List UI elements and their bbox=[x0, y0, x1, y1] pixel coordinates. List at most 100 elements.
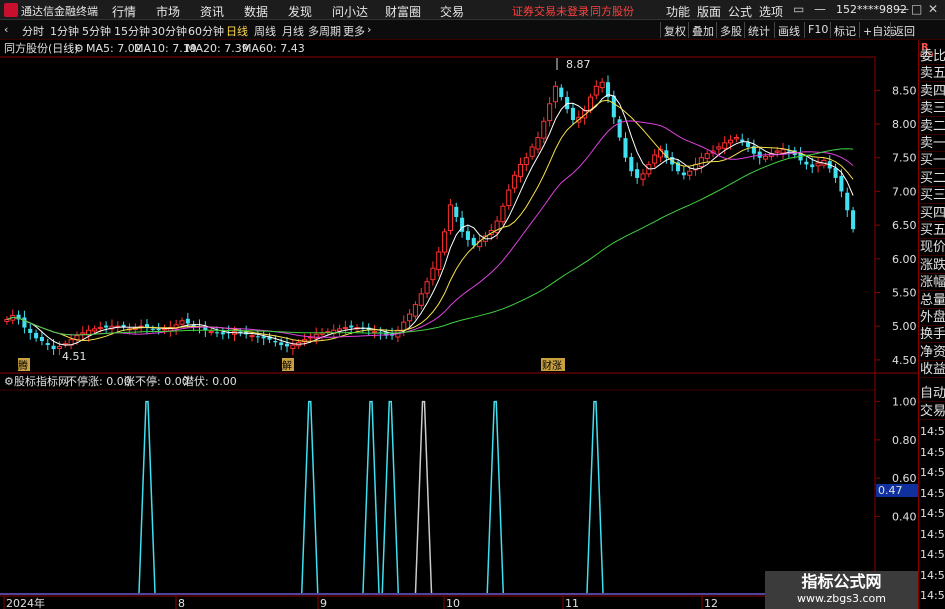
btn-diejia[interactable]: 叠加 bbox=[692, 23, 714, 39]
sidebar-item[interactable]: 外盘 bbox=[920, 309, 945, 326]
sidebar-item[interactable]: 交易 bbox=[920, 403, 945, 420]
sidebar-item[interactable]: 收益 bbox=[920, 361, 945, 379]
sidebar-item[interactable]: 买二 bbox=[920, 170, 945, 187]
alt-layout-icon[interactable]: — bbox=[814, 2, 826, 16]
sidebar-item[interactable]: 买三 bbox=[920, 187, 945, 205]
candle-body bbox=[442, 231, 448, 253]
stock-name-warning: 同方股份 bbox=[590, 5, 634, 18]
candle-body bbox=[810, 164, 815, 168]
sidebar-item[interactable]: 自动 bbox=[920, 385, 945, 402]
btn-huaxian[interactable]: 画线 bbox=[778, 23, 800, 39]
price-tick-label: 5.00 bbox=[892, 320, 917, 333]
menu-jiaoyi[interactable]: 交易 bbox=[440, 3, 464, 20]
candle-body bbox=[815, 162, 821, 167]
candle-body bbox=[681, 172, 686, 176]
menu-wenxiaoda[interactable]: 问小达 bbox=[332, 3, 368, 20]
period-15min[interactable]: 15分钟 bbox=[114, 23, 150, 39]
period-5min[interactable]: 5分钟 bbox=[82, 23, 111, 39]
period-1min[interactable]: 1分钟 bbox=[50, 23, 79, 39]
sidebar-item[interactable]: 买五 bbox=[920, 222, 945, 239]
sidebar-item[interactable]: 卖二 bbox=[920, 118, 945, 135]
quote-sidebar: R 000 委比 卖五 卖四 卖三 卖二 卖一 买一 买二 买三 买四 买五 现价 涨跌 涨幅 总量 外盘 换手… bbox=[918, 40, 945, 609]
sidebar-item[interactable]: 现价 bbox=[920, 239, 945, 257]
candle-body bbox=[733, 137, 739, 140]
menu-faxian[interactable]: 发现 bbox=[288, 3, 312, 20]
sidebar-item[interactable]: 卖一 bbox=[920, 135, 945, 152]
sidebar-item[interactable]: 涨跌 bbox=[920, 257, 945, 274]
candle-body bbox=[471, 237, 476, 246]
sidebar-item[interactable]: 委比 bbox=[920, 48, 945, 65]
date-tick-label: 9 bbox=[320, 597, 327, 609]
menu-zixun[interactable]: 资讯 bbox=[200, 3, 224, 20]
btn-biaoji[interactable]: 标记 bbox=[834, 23, 856, 39]
sidebar-item[interactable]: 净资 bbox=[920, 344, 945, 361]
close-icon[interactable]: ✕ bbox=[928, 2, 938, 16]
maximize-icon[interactable]: □ bbox=[911, 2, 922, 16]
menu-shuju[interactable]: 数据 bbox=[244, 3, 268, 20]
sidebar-item[interactable]: 总量 bbox=[920, 292, 945, 309]
candle-body bbox=[587, 96, 594, 111]
indicator-settings-icon[interactable]: ⚙ bbox=[4, 375, 14, 388]
sidebar-trade-time: 14:56 bbox=[920, 445, 945, 459]
btn-f10[interactable]: F10 bbox=[808, 23, 828, 36]
period-more[interactable]: 更多 bbox=[343, 23, 365, 39]
toolbar-prev-icon[interactable]: ‹ bbox=[4, 23, 8, 36]
btn-fuquan[interactable]: 复权 bbox=[664, 23, 686, 39]
candle-body bbox=[517, 163, 523, 178]
menu-shichang[interactable]: 市场 bbox=[156, 3, 180, 20]
ma60-label: MA60: 7.43 bbox=[242, 42, 305, 55]
tag-teng: 腾 bbox=[18, 359, 28, 372]
period-multi[interactable]: 多周期 bbox=[308, 23, 341, 39]
period-30min[interactable]: 30分钟 bbox=[151, 23, 187, 39]
btn-tongji[interactable]: 统计 bbox=[748, 23, 770, 39]
menu-xuanxiang[interactable]: 选项 bbox=[759, 3, 783, 20]
candle-body bbox=[635, 169, 640, 178]
menu-caifuquan[interactable]: 财富圈 bbox=[385, 3, 421, 20]
sidebar-item[interactable]: 卖四 bbox=[920, 83, 945, 100]
watermark: 指标公式网 www.zbgs3.com bbox=[765, 571, 918, 609]
restore-layout-icon[interactable]: ▭ bbox=[793, 2, 804, 16]
candle-body bbox=[45, 343, 50, 346]
period-monthly[interactable]: 月线 bbox=[282, 23, 304, 39]
header-settings-icon[interactable]: ⚙ bbox=[74, 42, 84, 55]
menu-banmian[interactable]: 版面 bbox=[697, 3, 721, 20]
sidebar-item[interactable]: 卖五 bbox=[920, 65, 945, 83]
indicator-spike bbox=[301, 400, 319, 594]
period-60min[interactable]: 60分钟 bbox=[188, 23, 224, 39]
candle-body bbox=[179, 320, 185, 325]
candle-body bbox=[640, 173, 646, 180]
btn-duogu[interactable]: 多股 bbox=[720, 23, 742, 39]
period-daily[interactable]: 日线 bbox=[226, 23, 248, 39]
candle-body bbox=[454, 206, 459, 218]
minimize-icon[interactable]: — bbox=[897, 2, 909, 16]
sidebar-item[interactable]: 卖三 bbox=[920, 100, 945, 118]
sidebar-item[interactable]: 涨幅 bbox=[920, 274, 945, 292]
candle-body bbox=[342, 327, 348, 330]
sidebar-item[interactable]: 买一 bbox=[920, 152, 945, 170]
trade-login-warning[interactable]: 证券交易未登录 bbox=[512, 3, 589, 19]
candle-body bbox=[249, 335, 255, 338]
chart-area[interactable]: 同方股份(日线) ⚙ MA5: 7.02 MA10: 7.19 MA20: 7.… bbox=[0, 40, 918, 609]
candle-body bbox=[599, 81, 605, 89]
price-tick-label: 7.50 bbox=[892, 152, 917, 165]
candle-body bbox=[34, 332, 39, 339]
ma5-line bbox=[6, 94, 854, 346]
menu-gongshi[interactable]: 公式 bbox=[728, 3, 752, 20]
btn-back[interactable]: 返回 bbox=[893, 23, 915, 39]
chevron-right-icon[interactable]: › bbox=[367, 23, 371, 36]
watermark-line2: www.zbgs3.com bbox=[797, 592, 886, 605]
candle-body bbox=[611, 95, 616, 118]
price-tick-label: 6.00 bbox=[892, 253, 917, 266]
period-fenshi[interactable]: 分时 bbox=[22, 23, 44, 39]
menu-gongneng[interactable]: 功能 bbox=[666, 3, 690, 20]
date-tick-label: 12 bbox=[704, 597, 718, 609]
sidebar-item[interactable]: 换手 bbox=[920, 326, 945, 344]
candle-body bbox=[839, 175, 844, 192]
candle-body bbox=[290, 344, 296, 349]
candle-body bbox=[436, 251, 442, 271]
sidebar-item[interactable]: 买四 bbox=[920, 205, 945, 222]
menu-hangqing[interactable]: 行情 bbox=[112, 3, 136, 20]
period-weekly[interactable]: 周线 bbox=[254, 23, 276, 39]
candle-body bbox=[722, 142, 728, 149]
indicator-spike bbox=[486, 400, 504, 594]
